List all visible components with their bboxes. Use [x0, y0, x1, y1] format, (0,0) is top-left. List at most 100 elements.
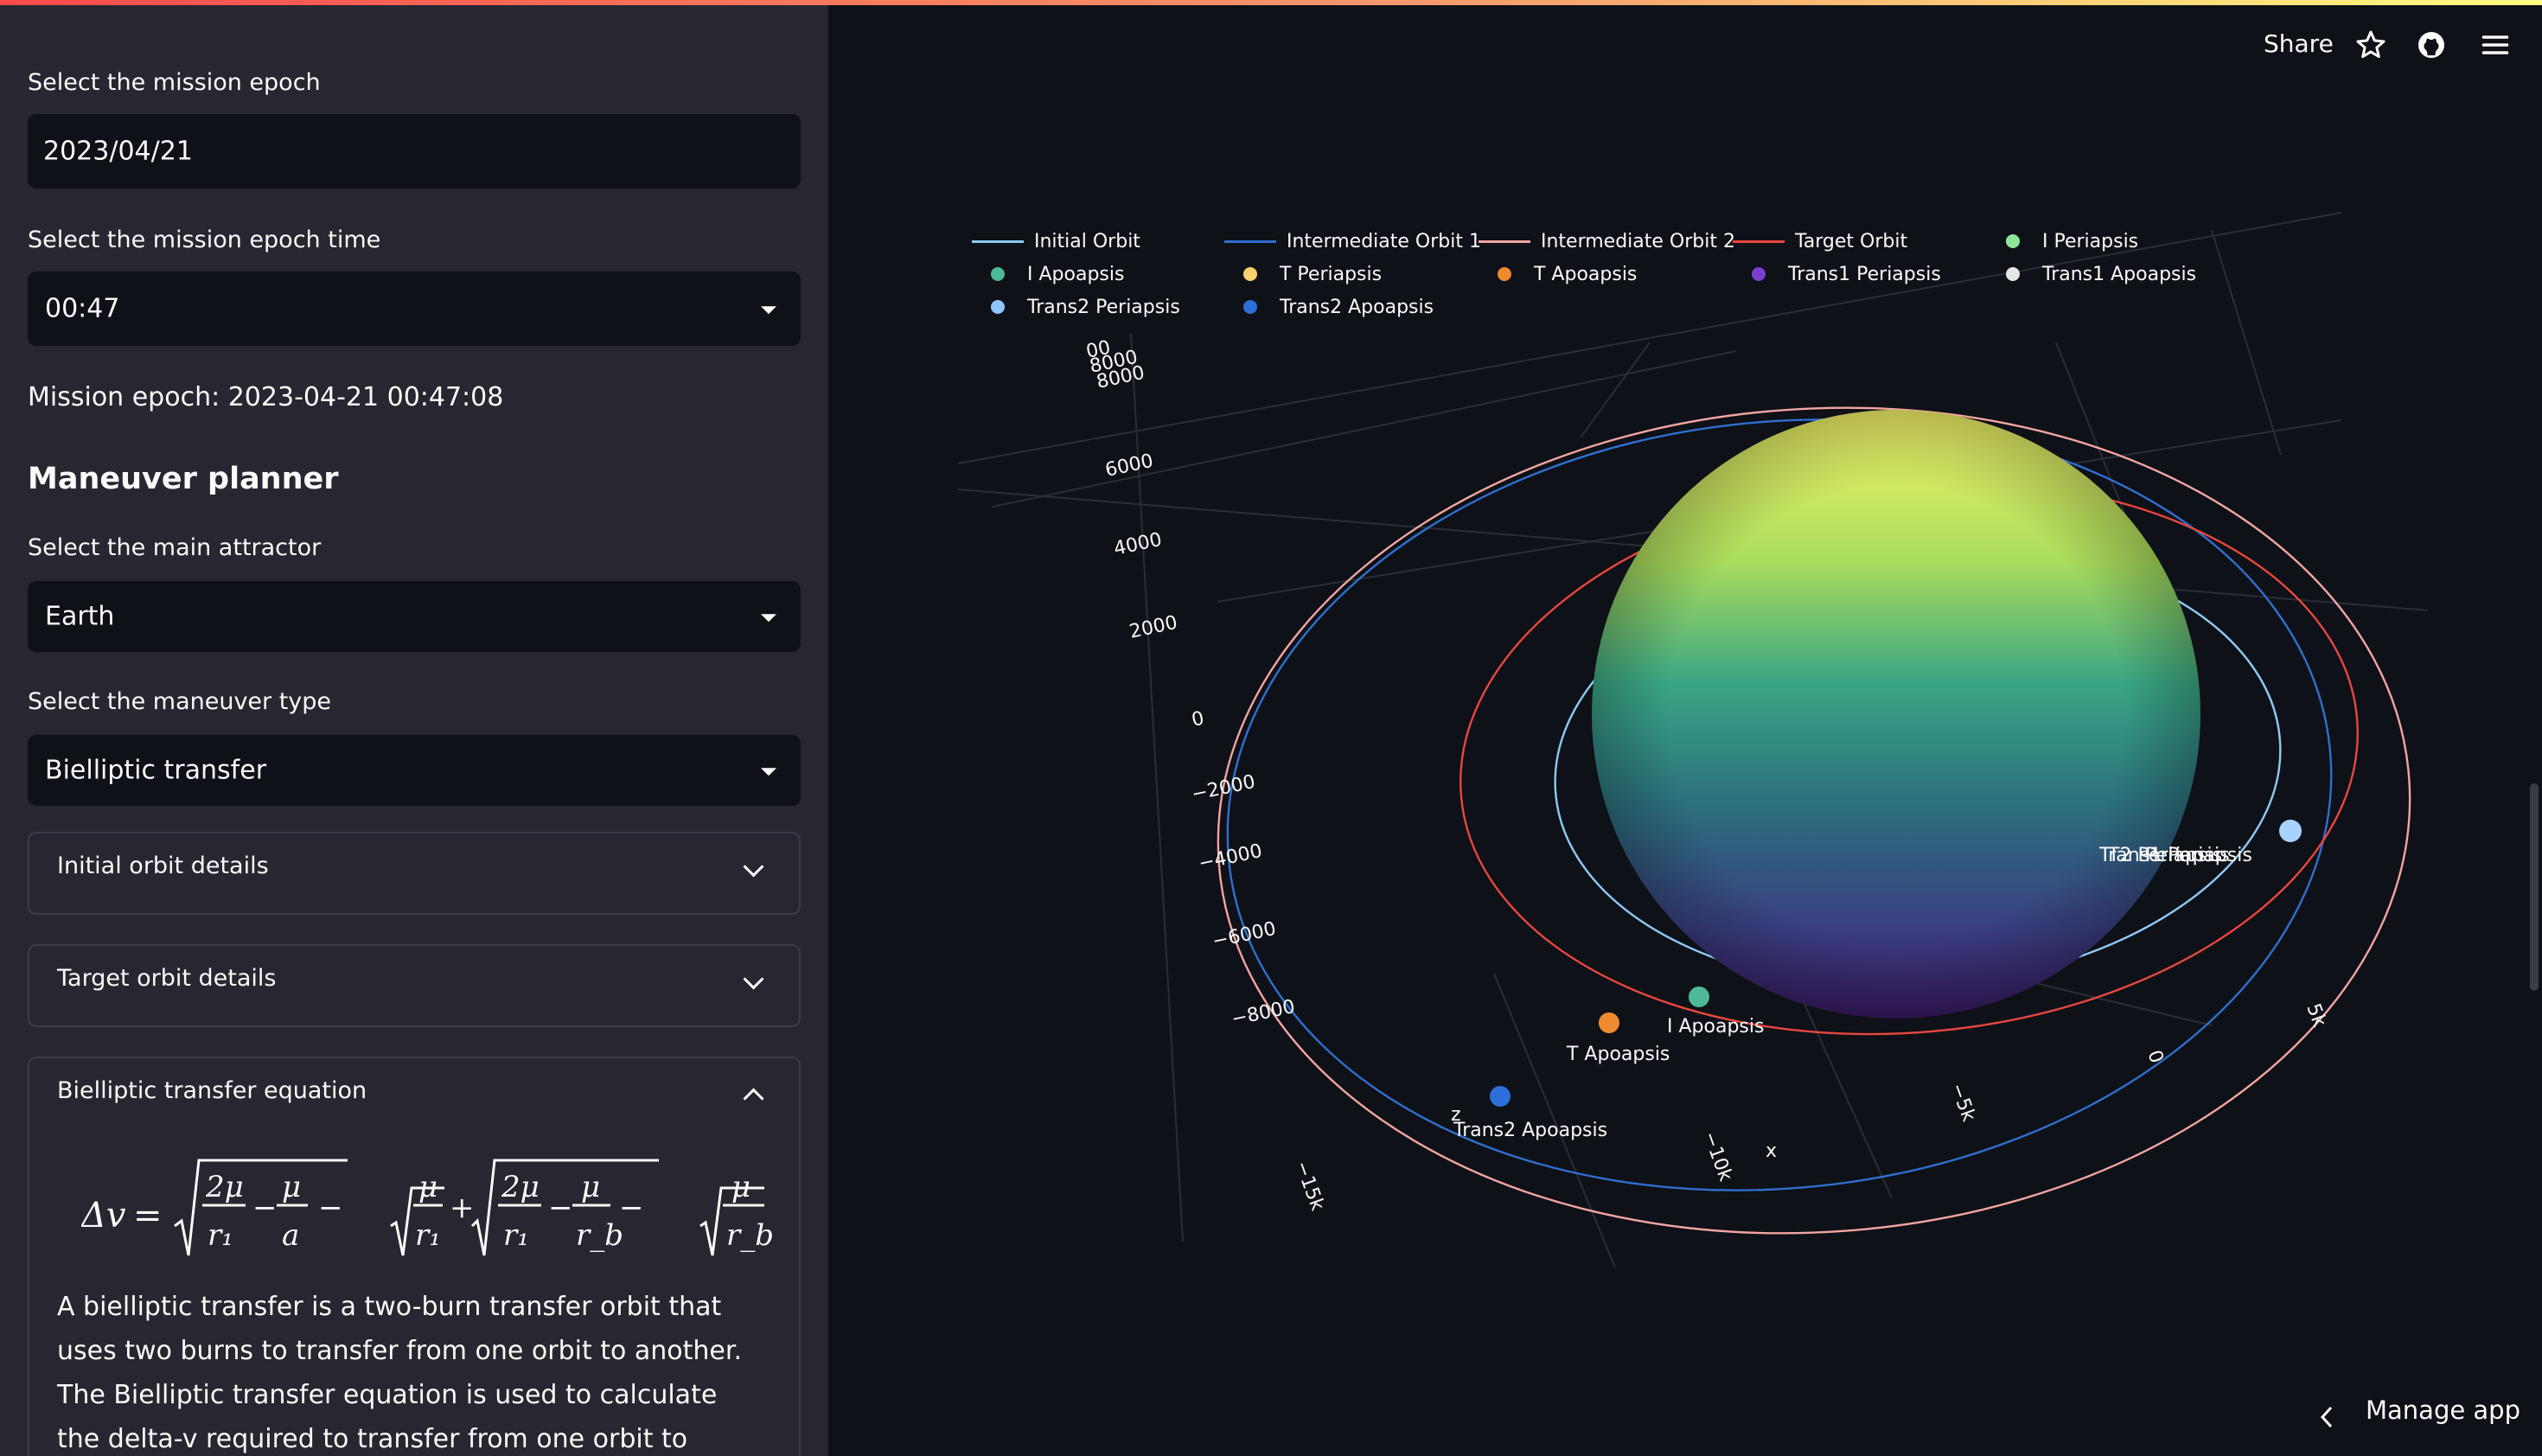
legend-item[interactable]: T Periapsis: [1224, 261, 1382, 287]
legend-marker-swatch: [991, 300, 1005, 314]
chevron-left-icon[interactable]: [2317, 1404, 2336, 1430]
legend-marker-swatch: [991, 267, 1005, 281]
x-tick-label: −5k: [1945, 1081, 1979, 1125]
equation-description: A bielliptic transfer is a two-burn tran…: [57, 1292, 742, 1454]
point-label: I Apoapsis: [1667, 1016, 1764, 1038]
maneuver-planner-heading: Maneuver planner: [28, 462, 339, 496]
svg-text:−: −: [619, 1191, 644, 1225]
svg-text:a: a: [282, 1218, 299, 1253]
maneuver-type-value: Bielliptic transfer: [45, 755, 267, 786]
legend-item[interactable]: Trans1 Apoapsis: [1987, 261, 2196, 287]
epoch-time-label: Select the mission epoch time: [28, 227, 381, 253]
legend-item[interactable]: Trans2 Apoapsis: [1224, 294, 1434, 320]
delta-v-symbol: Δv: [81, 1196, 126, 1236]
github-icon[interactable]: [2416, 29, 2447, 61]
attractor-value: Earth: [45, 601, 115, 632]
legend-label: Trans1 Apoapsis: [2042, 263, 2197, 285]
svg-text:−: −: [318, 1191, 343, 1225]
legend-item[interactable]: T Apoapsis: [1479, 261, 1637, 287]
svg-text:r₁: r₁: [415, 1218, 441, 1253]
epoch-date-input[interactable]: 2023/04/21: [28, 114, 801, 188]
legend-item[interactable]: Trans1 Periapsis: [1733, 261, 1941, 287]
z-tick-label: −8000: [1229, 996, 1297, 1031]
legend-label: Intermediate Orbit 2: [1541, 230, 1735, 252]
star-icon[interactable]: [2355, 29, 2386, 61]
legend-item[interactable]: Initial Orbit: [972, 228, 1140, 254]
legend-marker-swatch: [1243, 300, 1257, 314]
legend-label: I Apoapsis: [1027, 263, 1125, 285]
legend-item[interactable]: Intermediate Orbit 2: [1479, 228, 1735, 254]
svg-text:−: −: [548, 1191, 573, 1225]
maneuver-type-label: Select the maneuver type: [28, 688, 332, 715]
attractor-label: Select the main attractor: [28, 534, 322, 561]
chevron-down-icon: [743, 856, 764, 878]
sidebar: Select the mission epoch 2023/04/21 Sele…: [0, 5, 828, 1456]
x-tick-label: −15k: [1290, 1159, 1328, 1214]
legend-marker-swatch: [1498, 267, 1511, 281]
orbit-3d-plot[interactable]: I Apoapsis T Apoapsis Trans2 Apoapsis Tr…: [958, 195, 2428, 1354]
manage-app-button[interactable]: Manage app: [2366, 1395, 2520, 1425]
expander-title: Initial orbit details: [57, 853, 269, 879]
legend-label: Target Orbit: [1795, 230, 1908, 252]
legend-label: I Periapsis: [2042, 230, 2139, 252]
svg-text:−: −: [252, 1191, 278, 1225]
legend-item[interactable]: I Periapsis: [1987, 228, 2138, 254]
legend-item[interactable]: Intermediate Orbit 1: [1224, 228, 1481, 254]
legend-item[interactable]: Target Orbit: [1733, 228, 1907, 254]
legend-line-swatch: [1224, 239, 1276, 243]
x-tick-label: 0: [2143, 1048, 2167, 1067]
legend-line-swatch: [972, 239, 1024, 243]
initial-orbit-expander[interactable]: Initial orbit details: [28, 832, 801, 915]
expander-title: Bielliptic transfer equation: [57, 1077, 367, 1104]
share-button[interactable]: Share: [2264, 29, 2334, 58]
z-axis-label: z: [1451, 1104, 1461, 1126]
attractor-select[interactable]: Earth: [28, 581, 801, 652]
expander-title: Target orbit details: [57, 965, 277, 992]
point-label: Trans2 Apoapsis: [1453, 1120, 1607, 1141]
point-label: Periapsis: [2145, 845, 2230, 866]
maneuver-type-select[interactable]: Bielliptic transfer: [28, 735, 801, 806]
trans2-periapsis-marker: [2279, 820, 2302, 842]
z-tick-label: −6000: [1210, 918, 1278, 953]
z-tick-label: −2000: [1190, 771, 1257, 806]
z-tick-label: 0: [1190, 708, 1206, 731]
z-tick-label: 4000: [1112, 529, 1164, 560]
svg-text:μ: μ: [282, 1170, 301, 1204]
legend-marker-swatch: [1243, 267, 1257, 281]
svg-text:r₁: r₁: [503, 1218, 529, 1253]
z-tick-label: 2000: [1127, 612, 1179, 643]
target-orbit-expander[interactable]: Target orbit details: [28, 944, 801, 1027]
z-tick-label: 6000: [1103, 450, 1155, 482]
x-axis-label: x: [1766, 1140, 1777, 1162]
chevron-down-icon: [743, 968, 764, 990]
legend-item[interactable]: I Apoapsis: [972, 261, 1124, 287]
bielliptic-equation-expander[interactable]: Bielliptic transfer equation Δv = 2μ r₁ −…: [28, 1057, 801, 1456]
t-apoapsis-marker: [1599, 1012, 1619, 1033]
svg-text:μ: μ: [581, 1170, 600, 1204]
menu-icon[interactable]: [2480, 29, 2511, 61]
legend-label: T Periapsis: [1280, 263, 1383, 285]
epoch-time-select[interactable]: 00:47: [28, 271, 801, 346]
main-area: Share I Apoapsis T Apoapsis Trans2 Apoap…: [828, 5, 2542, 1456]
epoch-time-value: 00:47: [45, 293, 120, 324]
legend-label: Trans2 Apoapsis: [1280, 296, 1434, 318]
legend-label: T Apoapsis: [1534, 263, 1638, 285]
svg-text:r₁: r₁: [208, 1218, 233, 1253]
epoch-date-value: 2023/04/21: [43, 136, 193, 167]
legend-marker-swatch: [1752, 267, 1766, 281]
plot-legend: Initial Orbit Intermediate Orbit 1 Interme…: [972, 228, 2196, 323]
i-apoapsis-marker: [1689, 987, 1709, 1007]
legend-line-swatch: [1733, 239, 1785, 243]
scrollbar-thumb[interactable]: [2530, 783, 2539, 991]
svg-text:+: +: [450, 1191, 475, 1225]
bielliptic-equation: Δv = 2μr₁ − μa − μr₁ + 2μr₁ − μr_b − μr_…: [81, 1159, 774, 1256]
trans2-apoapsis-marker: [1490, 1086, 1511, 1107]
legend-marker-swatch: [2006, 234, 2020, 248]
legend-item[interactable]: Trans2 Periapsis: [972, 294, 1180, 320]
epoch-label: Select the mission epoch: [28, 69, 321, 96]
legend-label: Trans2 Periapsis: [1027, 296, 1180, 318]
mission-epoch-text: Mission epoch: 2023-04-21 00:47:08: [28, 382, 504, 412]
svg-text:2μ: 2μ: [205, 1170, 244, 1204]
x-tick-label: 5k: [2302, 1001, 2330, 1031]
legend-label: Initial Orbit: [1034, 230, 1140, 252]
